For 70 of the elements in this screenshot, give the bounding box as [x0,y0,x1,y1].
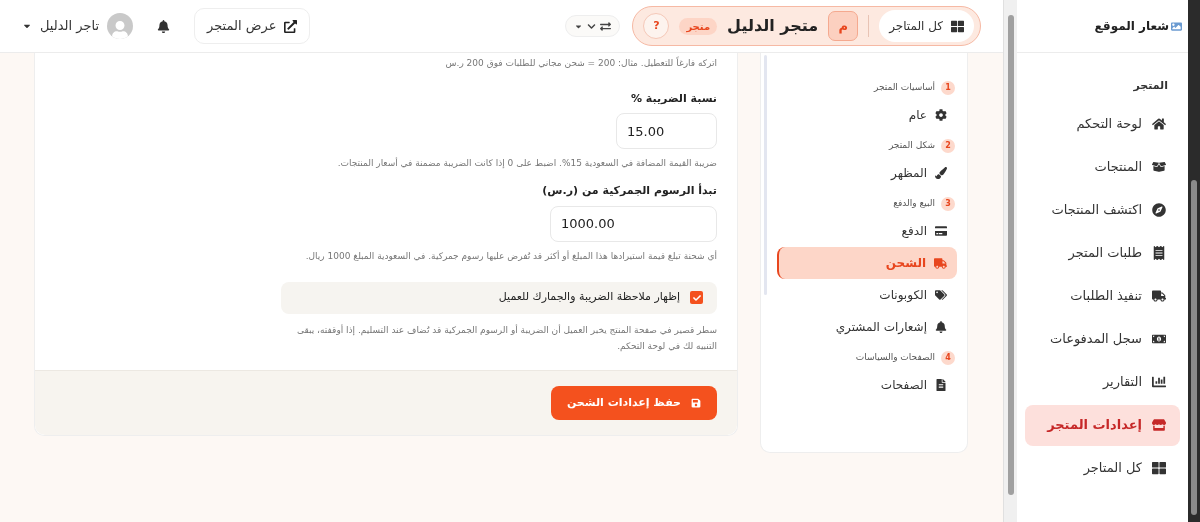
settings-nav-item[interactable]: المظهر [777,157,957,189]
hint-text: سطر قصير في صفحة المنتج يخبر العميل أن الضريبة أو الرسوم الجمركية قد تُضاف عند التسليم. إذا أوقفته، يبقى التنبيه لك في لوحة التحكم. [295,323,717,353]
nav-section-title: أساسيات المتجر [873,81,935,95]
number-input[interactable]: 15.00 [616,113,717,149]
notification-bell-icon[interactable] [157,19,171,33]
receipt-icon [1152,246,1166,260]
user-name[interactable]: تاجر الدليل [40,16,100,36]
sidebar-item[interactable]: إعدادات المتجر [1025,404,1180,446]
step-number-badge: 4 [941,351,955,365]
window-scrollbar[interactable] [1188,0,1200,522]
store-icon [1152,418,1166,432]
switch-dropdown[interactable] [565,15,621,37]
sidebar-item[interactable]: اكتشف المنتجات [1025,189,1180,231]
gear-icon [935,109,947,121]
step-number-badge: 1 [941,81,955,95]
banknote-icon [1152,332,1166,346]
sidebar-section-title: المتجر [1132,78,1169,94]
bell-icon [935,321,947,333]
settings-nav-item[interactable]: الكوبونات [777,279,957,311]
all-stores-button[interactable]: كل المتاجر [879,10,974,42]
store-badge: متجر [679,17,718,35]
checkbox-row[interactable]: إظهار ملاحظة الضريبة والجمارك للعميل [281,281,717,314]
sidebar-item[interactable]: سجل المدفوعات [1025,318,1180,360]
view-store-button[interactable]: عرض المتجر [194,8,311,44]
checkbox-label: إظهار ملاحظة الضريبة والجمارك للعميل [498,289,680,306]
grid-icon [951,19,964,33]
logo-text: شعار الموقع [1094,18,1169,35]
truck-icon [934,256,947,270]
store-name: متجر الدليل [727,15,819,37]
sidebar-item[interactable]: كل المتاجر [1025,447,1180,489]
tag-icon [935,289,947,301]
checkbox[interactable] [690,291,703,304]
save-icon [691,398,701,408]
compass-icon [1152,203,1166,217]
nav-section-title: الصفحات والسياسات [855,351,935,365]
sidebar-item[interactable]: تنفيذ الطلبات [1025,275,1180,317]
broken-image-icon [1171,20,1182,32]
document-icon [935,379,947,391]
step-number-badge: 2 [941,139,955,153]
settings-nav-item[interactable]: عام [777,99,957,131]
credit-card-icon [935,225,947,237]
hint-text: أي شحنة تبلغ قيمة استيرادها هذا المبلغ أو أكثر قد تُفرض عليها رسوم جمركية. في السعودية المبلغ 1000 ريال. [305,249,717,263]
swap-icon [600,20,612,32]
hint-text: اتركه فارغاً للتعطيل. مثال: 200 = شحن مجاني للطلبات فوق 200 ر.س [444,57,717,70]
nav-section-title: شكل المتجر [888,139,935,153]
nav-section-title: البيع والدفع [893,197,935,211]
chevron-icon [587,21,597,31]
grid-icon [1152,461,1166,475]
sidebar-item[interactable]: التقارير [1025,361,1180,403]
sidebar-item[interactable]: المنتجات [1025,146,1180,188]
sidebar-item[interactable]: طلبات المتجر [1025,232,1180,274]
sidebar-scrollbar[interactable] [1003,0,1017,522]
field-label: تبدأ الرسوم الجمركية من (ر.س) [542,183,717,199]
external-link-icon [284,19,298,33]
field-label: نسبة الضريبة % [630,90,717,107]
store-avatar: م [828,11,859,41]
step-number-badge: 3 [941,197,955,211]
settings-nav-item[interactable]: الدفع [777,215,957,247]
truck-icon [1152,289,1166,303]
home-icon [1152,117,1166,131]
help-button[interactable]: ? [643,13,670,39]
number-input[interactable]: 1000.00 [550,205,717,242]
bar-chart-icon [1152,375,1166,389]
hint-text: ضريبة القيمة المضافة في السعودية 15%. اضبط على 0 إذا كانت الضريبة مضمنة في أسعار المنتجات. [337,156,717,170]
brush-icon [935,167,947,179]
box-icon [1152,160,1166,174]
sidebar-item[interactable]: لوحة التحكم [1025,103,1180,145]
checkmark-icon [692,293,701,302]
settings-nav-item[interactable]: الصفحات [777,369,957,401]
settings-nav-item[interactable]: إشعارات المشتري [777,311,957,343]
